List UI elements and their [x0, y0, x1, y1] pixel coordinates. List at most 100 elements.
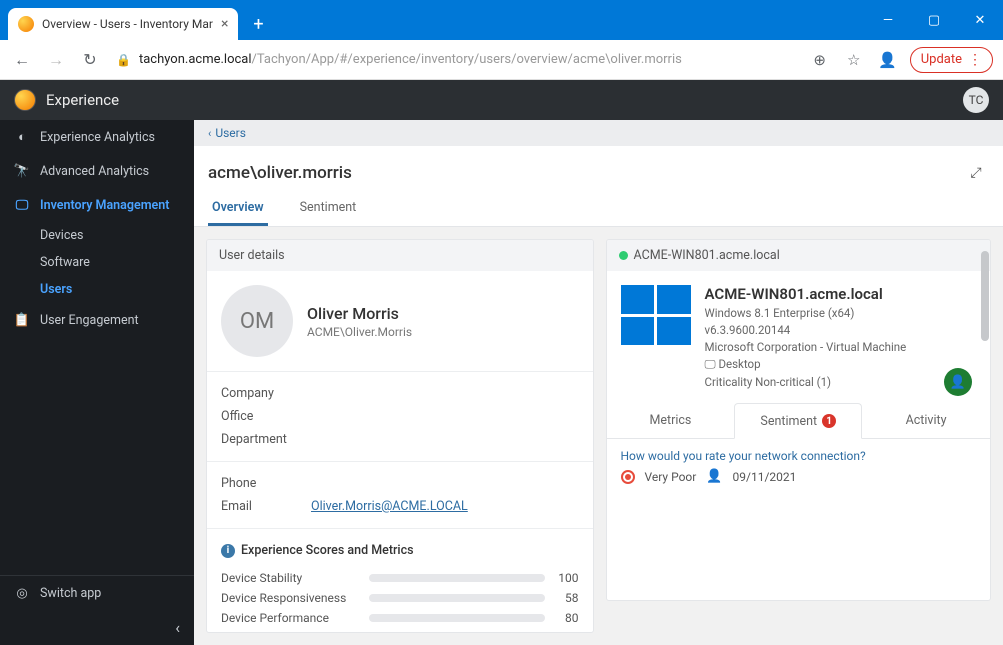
sidebar-item-label: Advanced Analytics — [40, 164, 149, 179]
sidebar-item-inventory-management[interactable]: 🖵 Inventory Management — [0, 188, 194, 222]
metric-bar — [369, 594, 545, 602]
reload-button[interactable]: ↻ — [78, 48, 102, 72]
device-header-label: ACME-WIN801.acme.local — [634, 248, 780, 263]
avatar: OM — [221, 285, 293, 357]
sidebar-item-advanced-analytics[interactable]: 🔭 Advanced Analytics — [0, 154, 194, 188]
maximize-button[interactable]: ▢ — [911, 0, 957, 40]
browser-tab[interactable]: Overview - Users - Inventory Mar × — [8, 8, 238, 40]
panels: User details OM Oliver Morris ACME\Olive… — [194, 227, 1003, 645]
department-label: Department — [221, 428, 579, 451]
device-tabs: Metrics Sentiment 1 Activity — [607, 403, 991, 439]
tab-strip: Overview - Users - Inventory Mar × + — [0, 0, 272, 40]
metric-name: Device Performance — [221, 611, 361, 625]
close-window-button[interactable]: ✕ — [957, 0, 1003, 40]
metric-row: Device Stability 100 — [221, 568, 579, 588]
metric-row: Device Responsiveness 58 — [221, 588, 579, 608]
app-title: Experience — [46, 91, 119, 109]
status-dot-icon — [619, 251, 628, 260]
tab-sentiment[interactable]: Sentiment — [296, 200, 361, 226]
clipboard-icon: 📋 — [14, 312, 30, 328]
sidebar-item-user-engagement[interactable]: 📋 User Engagement — [0, 303, 194, 337]
scrollbar-thumb[interactable] — [981, 251, 989, 341]
metric-value: 0 — [553, 631, 579, 632]
app-switch-icon: ◎ — [14, 585, 30, 601]
page-title: acme\oliver.morris — [208, 163, 352, 183]
metric-bar — [369, 614, 545, 622]
metric-row: Device Performance 80 — [221, 608, 579, 628]
app-logo — [14, 89, 36, 111]
sidebar: ◐ Experience Analytics 🔭 Advanced Analyt… — [0, 120, 194, 645]
tab-overview[interactable]: Overview — [208, 200, 268, 226]
office-label: Office — [221, 405, 579, 428]
sidebar-item-label: Inventory Management — [40, 198, 169, 213]
very-poor-icon — [621, 470, 635, 484]
minimize-button[interactable]: — — [865, 0, 911, 40]
url-bar[interactable]: 🔒 tachyon.acme.local/Tachyon/App/#/exper… — [112, 52, 798, 67]
monitor-icon: 🖵 — [14, 197, 30, 213]
device-panel-header: ACME-WIN801.acme.local — [607, 240, 991, 271]
sentiment-date: 09/11/2021 — [733, 470, 797, 484]
content-area: ‹ Users acme\oliver.morris ⤢ Overview Se… — [194, 120, 1003, 645]
device-vendor: Microsoft Corporation - Virtual Machine — [705, 340, 907, 354]
app-body: ◐ Experience Analytics 🔭 Advanced Analyt… — [0, 120, 1003, 645]
sidebar-sub-users[interactable]: Users — [0, 276, 194, 303]
user-badge[interactable]: TC — [963, 87, 989, 113]
switch-app-button[interactable]: ◎ Switch app — [0, 575, 194, 610]
email-label: Email — [221, 499, 311, 514]
sidebar-sub-devices[interactable]: Devices — [0, 222, 194, 249]
metric-value: 80 — [553, 611, 579, 625]
browser-titlebar: Overview - Users - Inventory Mar × + — ▢… — [0, 0, 1003, 40]
window-controls: — ▢ ✕ — [865, 0, 1003, 40]
windows-logo-icon — [621, 285, 691, 345]
close-icon[interactable]: × — [221, 16, 228, 32]
chevron-left-icon: ‹ — [208, 127, 211, 140]
user-details-panel: User details OM Oliver Morris ACME\Olive… — [206, 239, 594, 633]
metric-name: Device Responsiveness — [221, 591, 361, 605]
dashboard-icon: ◐ — [14, 129, 30, 145]
device-name: ACME-WIN801.acme.local — [705, 285, 907, 303]
sentiment-answer: Very Poor — [645, 470, 697, 484]
metric-name: User Sentiment — [221, 631, 361, 632]
metric-value: 58 — [553, 591, 579, 605]
forward-button[interactable]: → — [44, 48, 68, 72]
app-shell: Experience TC ◐ Experience Analytics 🔭 A… — [0, 80, 1003, 645]
info-icon: i — [221, 544, 235, 558]
page-tabs: Overview Sentiment — [208, 200, 989, 226]
bookmark-icon[interactable]: ☆ — [842, 48, 866, 72]
app-header: Experience TC — [0, 80, 1003, 120]
device-version: v6.3.9600.20144 — [705, 323, 907, 337]
device-chassis: 🖵 Desktop — [705, 357, 907, 372]
page-title-bar: acme\oliver.morris ⤢ Overview Sentiment — [194, 146, 1003, 227]
badge-count: 1 — [822, 414, 836, 428]
expand-button[interactable]: ⤢ — [963, 160, 989, 186]
breadcrumb[interactable]: ‹ Users — [194, 120, 1003, 146]
device-criticality: Criticality Non-critical (1) — [705, 375, 907, 389]
user-details-header: User details — [207, 240, 593, 271]
device-panel-body: ACME-WIN801.acme.local Windows 8.1 Enter… — [607, 271, 991, 498]
device-user-icon[interactable]: 👤 — [944, 368, 972, 396]
profile-icon[interactable]: 👤 — [876, 48, 900, 72]
switch-app-label: Switch app — [40, 586, 101, 601]
metric-value: 100 — [553, 571, 579, 585]
device-tab-sentiment[interactable]: Sentiment 1 — [734, 403, 862, 439]
user-account: ACME\Oliver.Morris — [307, 325, 412, 339]
sidebar-item-label: Experience Analytics — [40, 130, 155, 145]
user-details-body: OM Oliver Morris ACME\Oliver.Morris Comp… — [207, 271, 593, 632]
sentiment-answer-row: Very Poor 👤 09/11/2021 — [621, 469, 977, 484]
person-icon: 👤 — [706, 469, 722, 484]
search-icon[interactable]: ⊕ — [808, 48, 832, 72]
sidebar-item-experience-analytics[interactable]: ◐ Experience Analytics — [0, 120, 194, 154]
kebab-icon: ⋮ — [968, 52, 982, 68]
sidebar-item-label: User Engagement — [40, 313, 139, 328]
collapse-sidebar-button[interactable]: ‹ — [0, 610, 194, 645]
device-os: Windows 8.1 Enterprise (x64) — [705, 306, 907, 320]
update-button[interactable]: Update ⋮ — [910, 47, 993, 73]
device-tab-activity[interactable]: Activity — [862, 403, 990, 438]
favicon — [18, 16, 34, 32]
new-tab-button[interactable]: + — [244, 10, 272, 38]
device-tab-metrics[interactable]: Metrics — [607, 403, 735, 438]
metric-bar — [369, 574, 545, 582]
email-link[interactable]: Oliver.Morris@ACME.LOCAL — [311, 499, 468, 514]
back-button[interactable]: ← — [10, 48, 34, 72]
sidebar-sub-software[interactable]: Software — [0, 249, 194, 276]
